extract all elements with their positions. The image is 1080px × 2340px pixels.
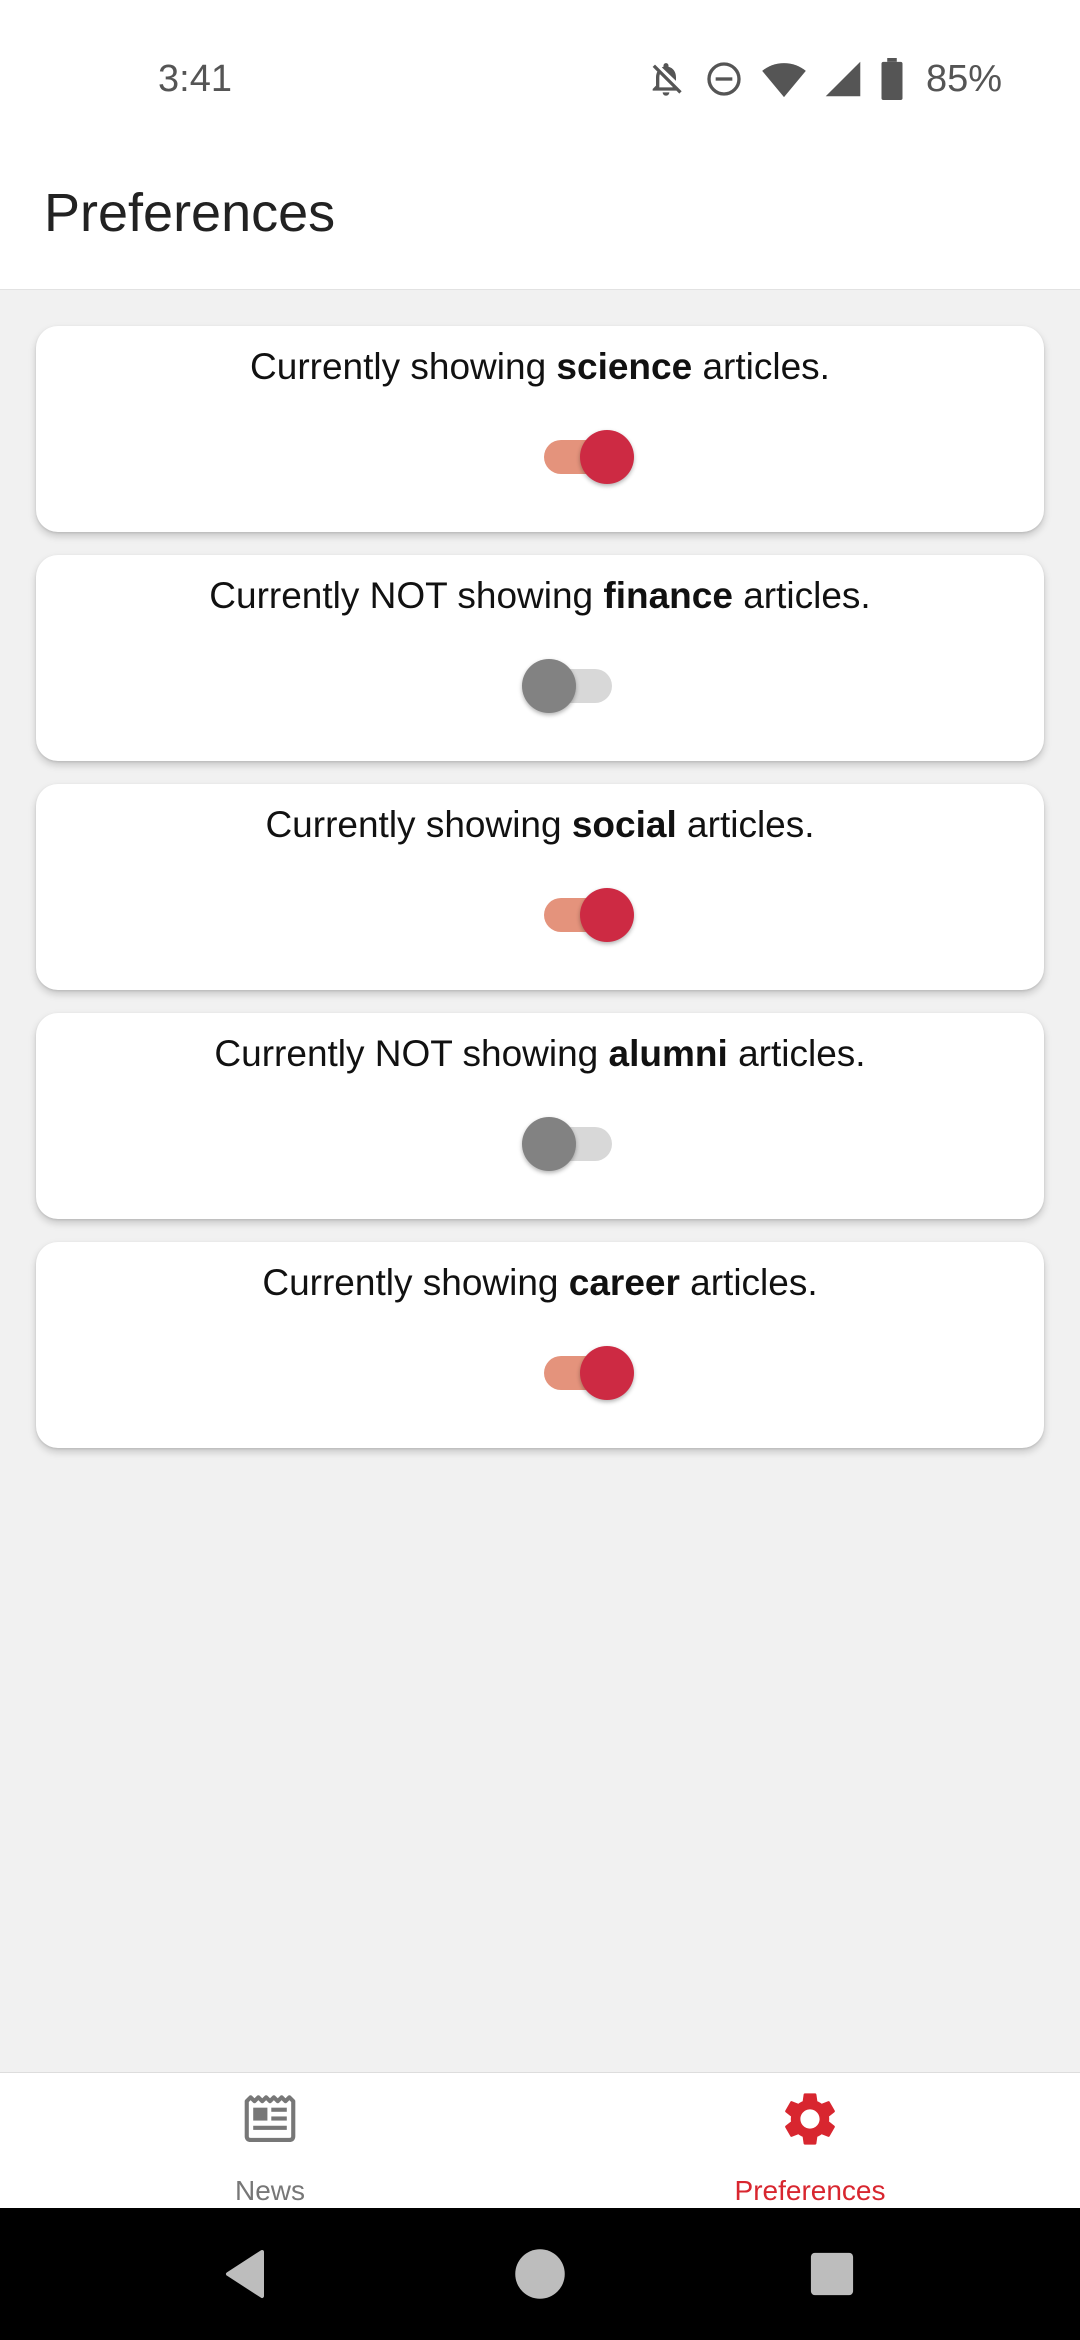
switch-thumb	[580, 888, 634, 942]
preference-category: career	[568, 1262, 680, 1303]
social-toggle-switch[interactable]	[544, 888, 634, 942]
system-navigation-bar	[0, 2208, 1080, 2340]
alumni-toggle-switch[interactable]	[522, 1117, 612, 1171]
preference-prefix: Currently showing	[262, 1262, 569, 1303]
cell-signal-icon	[824, 59, 862, 99]
preference-suffix: articles.	[679, 1262, 818, 1303]
preference-card-career: Currently showing career articles.	[36, 1242, 1044, 1448]
recents-icon[interactable]	[772, 2208, 892, 2340]
switch-thumb	[580, 1346, 634, 1400]
career-toggle-switch[interactable]	[544, 1346, 634, 1400]
back-icon[interactable]	[186, 2208, 306, 2340]
preference-text: Currently NOT showing finance articles.	[36, 575, 1044, 617]
app-bar: Preferences	[0, 150, 1080, 290]
battery-percent: 85%	[925, 57, 1002, 100]
preference-prefix: Currently NOT showing	[209, 575, 604, 616]
preference-category: social	[571, 804, 677, 845]
wifi-icon	[762, 59, 806, 99]
preference-suffix: articles.	[732, 575, 871, 616]
preference-prefix: Currently showing	[250, 346, 557, 387]
preference-card-social: Currently showing social articles.	[36, 784, 1044, 990]
preference-text: Currently showing social articles.	[36, 804, 1044, 846]
preference-suffix: articles.	[727, 1033, 866, 1074]
newspaper-icon	[239, 2087, 301, 2154]
switch-thumb	[580, 430, 634, 484]
nav-tab-preferences[interactable]: Preferences	[540, 2073, 1080, 2209]
notifications-off-icon	[646, 59, 686, 99]
battery-icon	[880, 58, 904, 100]
preference-suffix: articles.	[676, 804, 815, 845]
preference-text: Currently showing career articles.	[36, 1262, 1044, 1304]
do-not-disturb-icon	[704, 59, 744, 99]
nav-label-news: News	[234, 2175, 305, 2206]
preference-card-science: Currently showing science articles.	[36, 326, 1044, 532]
preference-suffix: articles.	[692, 346, 830, 387]
preference-text: Currently showing science articles.	[36, 346, 1044, 388]
nav-label-preferences: Preferences	[734, 2175, 886, 2206]
nav-tab-news[interactable]: News	[0, 2073, 540, 2209]
preference-category: finance	[603, 575, 733, 616]
preference-prefix: Currently showing	[265, 804, 572, 845]
status-bar: 3:41 85%	[0, 0, 1080, 150]
preference-card-alumni: Currently NOT showing alumni articles.	[36, 1013, 1044, 1219]
preference-category: science	[556, 346, 693, 387]
science-toggle-switch[interactable]	[544, 430, 634, 484]
preference-prefix: Currently NOT showing	[214, 1033, 609, 1074]
switch-thumb	[522, 659, 576, 713]
preference-category: alumni	[608, 1033, 728, 1074]
preference-card-finance: Currently NOT showing finance articles.	[36, 555, 1044, 761]
status-time: 3:41	[158, 58, 232, 100]
settings-gear-icon	[778, 2087, 842, 2156]
finance-toggle-switch[interactable]	[522, 659, 612, 713]
preferences-list: Currently showing science articles. Curr…	[0, 290, 1080, 1460]
bottom-navigation: News Preferences	[0, 2072, 1080, 2208]
preference-text: Currently NOT showing alumni articles.	[36, 1033, 1044, 1075]
home-icon[interactable]	[480, 2208, 600, 2340]
switch-thumb	[522, 1117, 576, 1171]
status-icons: 85%	[646, 56, 1002, 102]
page-title: Preferences	[44, 183, 336, 243]
